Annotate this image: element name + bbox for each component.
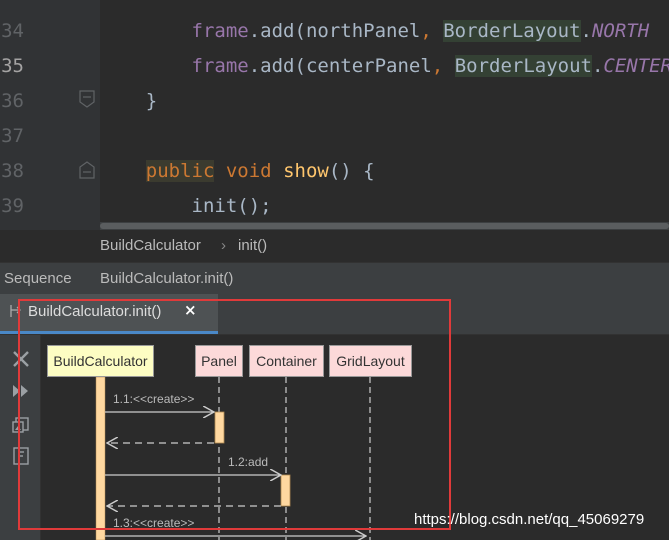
tab-buildcalculator-init[interactable]: BuildCalculator.init() × — [0, 294, 218, 334]
fold-start-icon[interactable] — [78, 161, 96, 179]
lifeline-gridlayout[interactable]: GridLayout — [329, 345, 412, 377]
constant: CENTER — [603, 55, 669, 77]
message-label: 1.2:add — [228, 455, 268, 469]
tool-window-subtitle: BuildCalculator.init() — [100, 270, 234, 287]
breadcrumb-class[interactable]: BuildCalculator — [100, 237, 201, 254]
identifier: northPanel — [305, 20, 421, 42]
punctuation: ( — [294, 55, 306, 77]
diagram-tab-bar: BuildCalculator.init() × — [0, 294, 669, 335]
punctuation: . — [248, 55, 261, 77]
close-icon[interactable] — [11, 349, 31, 369]
sequence-diagram-icon — [10, 305, 21, 317]
code-line[interactable]: frame.add(northPanel, BorderLayout.NORTH — [100, 14, 649, 49]
horizontal-scrollbar[interactable] — [100, 222, 669, 230]
method-call: init — [191, 195, 238, 217]
filter-icon[interactable] — [11, 446, 31, 466]
identifier: centerPanel — [305, 55, 432, 77]
activation-bar-panel — [214, 411, 225, 444]
code-line[interactable]: } — [100, 84, 157, 119]
punctuation: (); — [237, 195, 272, 217]
method-name: show — [283, 160, 329, 182]
line-number: 39 — [1, 195, 24, 217]
export-image-icon[interactable] — [11, 415, 31, 435]
close-tab-icon[interactable]: × — [184, 301, 197, 319]
method-call: add — [260, 55, 295, 77]
punctuation: . — [591, 55, 604, 77]
lifeline-container[interactable]: Container — [249, 345, 324, 377]
punctuation: . — [580, 20, 592, 42]
line-number: 34 — [1, 20, 24, 42]
lifeline-buildcalculator[interactable]: BuildCalculator — [47, 345, 154, 377]
lifeline-panel[interactable]: Panel — [195, 345, 243, 377]
line-number: 37 — [1, 125, 24, 147]
punctuation: () { — [328, 160, 375, 182]
line-number: 35 — [1, 55, 24, 77]
identifier: frame — [191, 20, 249, 42]
class-reference: BorderLayout — [443, 20, 581, 42]
breadcrumb-method[interactable]: init() — [238, 237, 267, 254]
line-number: 38 — [1, 160, 24, 182]
activation-bar-buildcalculator — [95, 376, 106, 540]
diagram-toolbar — [0, 335, 41, 540]
class-reference: BorderLayout — [454, 55, 592, 77]
method-call: add — [260, 20, 295, 42]
punctuation: , — [431, 55, 455, 77]
punctuation: . — [248, 20, 261, 42]
line-number: 36 — [1, 90, 24, 112]
punctuation: , — [420, 20, 444, 42]
sequence-diagram[interactable]: 1.1:<<create>> 1.2:add 1.3:<<create>> Buil… — [41, 335, 669, 540]
play-icon[interactable] — [11, 381, 31, 401]
breadcrumb: BuildCalculator › init() — [0, 230, 669, 262]
fold-end-icon[interactable] — [78, 90, 96, 108]
message-label: 1.1:<<create>> — [113, 392, 194, 406]
line-number-gutter: 34 35 36 37 38 39 — [0, 0, 100, 230]
watermark: https://blog.csdn.net/qq_45069279 — [414, 511, 645, 528]
tab-label: BuildCalculator.init() — [28, 303, 162, 320]
code-line[interactable]: public void show() { — [100, 154, 375, 189]
keyword: public — [145, 160, 215, 182]
code-editor[interactable]: 34 35 36 37 38 39 frame.add(northPanel, … — [0, 0, 669, 230]
scrollbar-thumb[interactable] — [100, 223, 669, 229]
keyword: void — [225, 160, 272, 182]
code-line[interactable]: frame.add(centerPanel, BorderLayout.CENT… — [100, 49, 669, 84]
tool-window-title[interactable]: Sequence — [4, 270, 72, 287]
tool-window-header: Sequence BuildCalculator.init() — [0, 262, 669, 295]
punctuation: ( — [294, 20, 306, 42]
breadcrumb-separator: › — [221, 237, 226, 254]
identifier: frame — [191, 55, 249, 77]
code-line[interactable]: init(); — [100, 189, 272, 224]
message-label: 1.3:<<create>> — [113, 516, 194, 530]
activation-bar-container — [280, 474, 291, 507]
constant: NORTH — [591, 20, 650, 42]
